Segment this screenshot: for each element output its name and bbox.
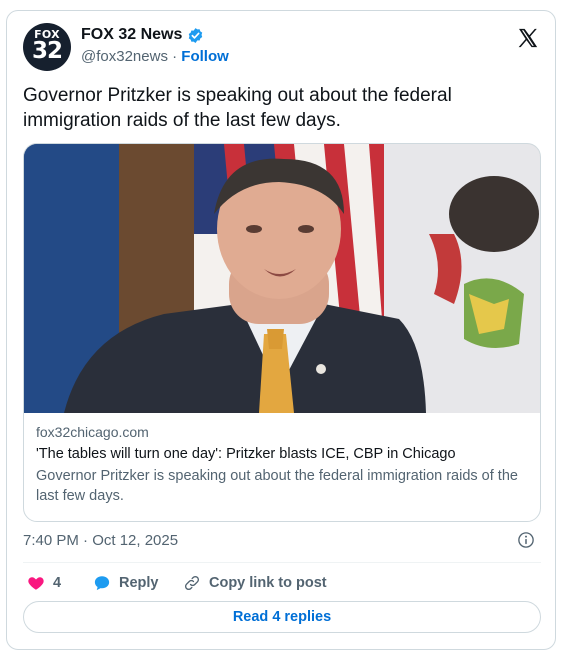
follow-button[interactable]: Follow: [181, 48, 229, 65]
link-title: 'The tables will turn one day': Pritzker…: [36, 446, 456, 462]
like-count: 4: [53, 575, 62, 591]
copy-link-button[interactable]: Copy link to post: [183, 571, 327, 595]
link-icon: [184, 575, 200, 591]
verified-badge-icon: [189, 27, 203, 43]
link-preview-card[interactable]: fox32chicago.com 'The tables will turn o…: [23, 143, 541, 522]
read-replies-button[interactable]: Read 4 replies: [23, 601, 541, 633]
divider: [23, 562, 541, 563]
avatar[interactable]: FOX 32: [23, 23, 71, 71]
reply-button[interactable]: Reply: [93, 571, 159, 595]
separator-dot: ·: [172, 48, 178, 65]
speech-bubble-icon: [94, 576, 110, 591]
heart-icon: [28, 577, 44, 590]
link-description: Governor Pritzker is speaking out about …: [36, 468, 518, 504]
handle-row: @fox32news · Follow: [81, 47, 229, 67]
display-name[interactable]: FOX 32 News: [81, 25, 182, 45]
link-preview-meta: fox32chicago.com 'The tables will turn o…: [36, 422, 528, 506]
like-button[interactable]: 4: [27, 571, 61, 595]
embedded-post-card: FOX 32 FOX 32 News @fox32news · Follow G…: [6, 10, 556, 650]
x-logo-icon[interactable]: [517, 27, 539, 49]
name-row: FOX 32 News: [81, 25, 204, 45]
link-domain: fox32chicago.com: [36, 424, 149, 440]
post-header: FOX 32 FOX 32 News @fox32news · Follow: [23, 23, 541, 71]
post-text: Governor Pritzker is speaking out about …: [23, 85, 452, 131]
info-icon[interactable]: [517, 531, 535, 549]
action-bar: 4 Reply Copy link to post: [23, 571, 541, 595]
avatar-line2: 32: [31, 38, 63, 64]
copy-link-label: Copy link to post: [209, 575, 327, 591]
reply-label: Reply: [119, 575, 159, 591]
link-preview-image[interactable]: [24, 144, 540, 413]
handle[interactable]: @fox32news: [81, 48, 168, 65]
post-timestamp[interactable]: 7:40 PM · Oct 12, 2025: [23, 531, 178, 551]
